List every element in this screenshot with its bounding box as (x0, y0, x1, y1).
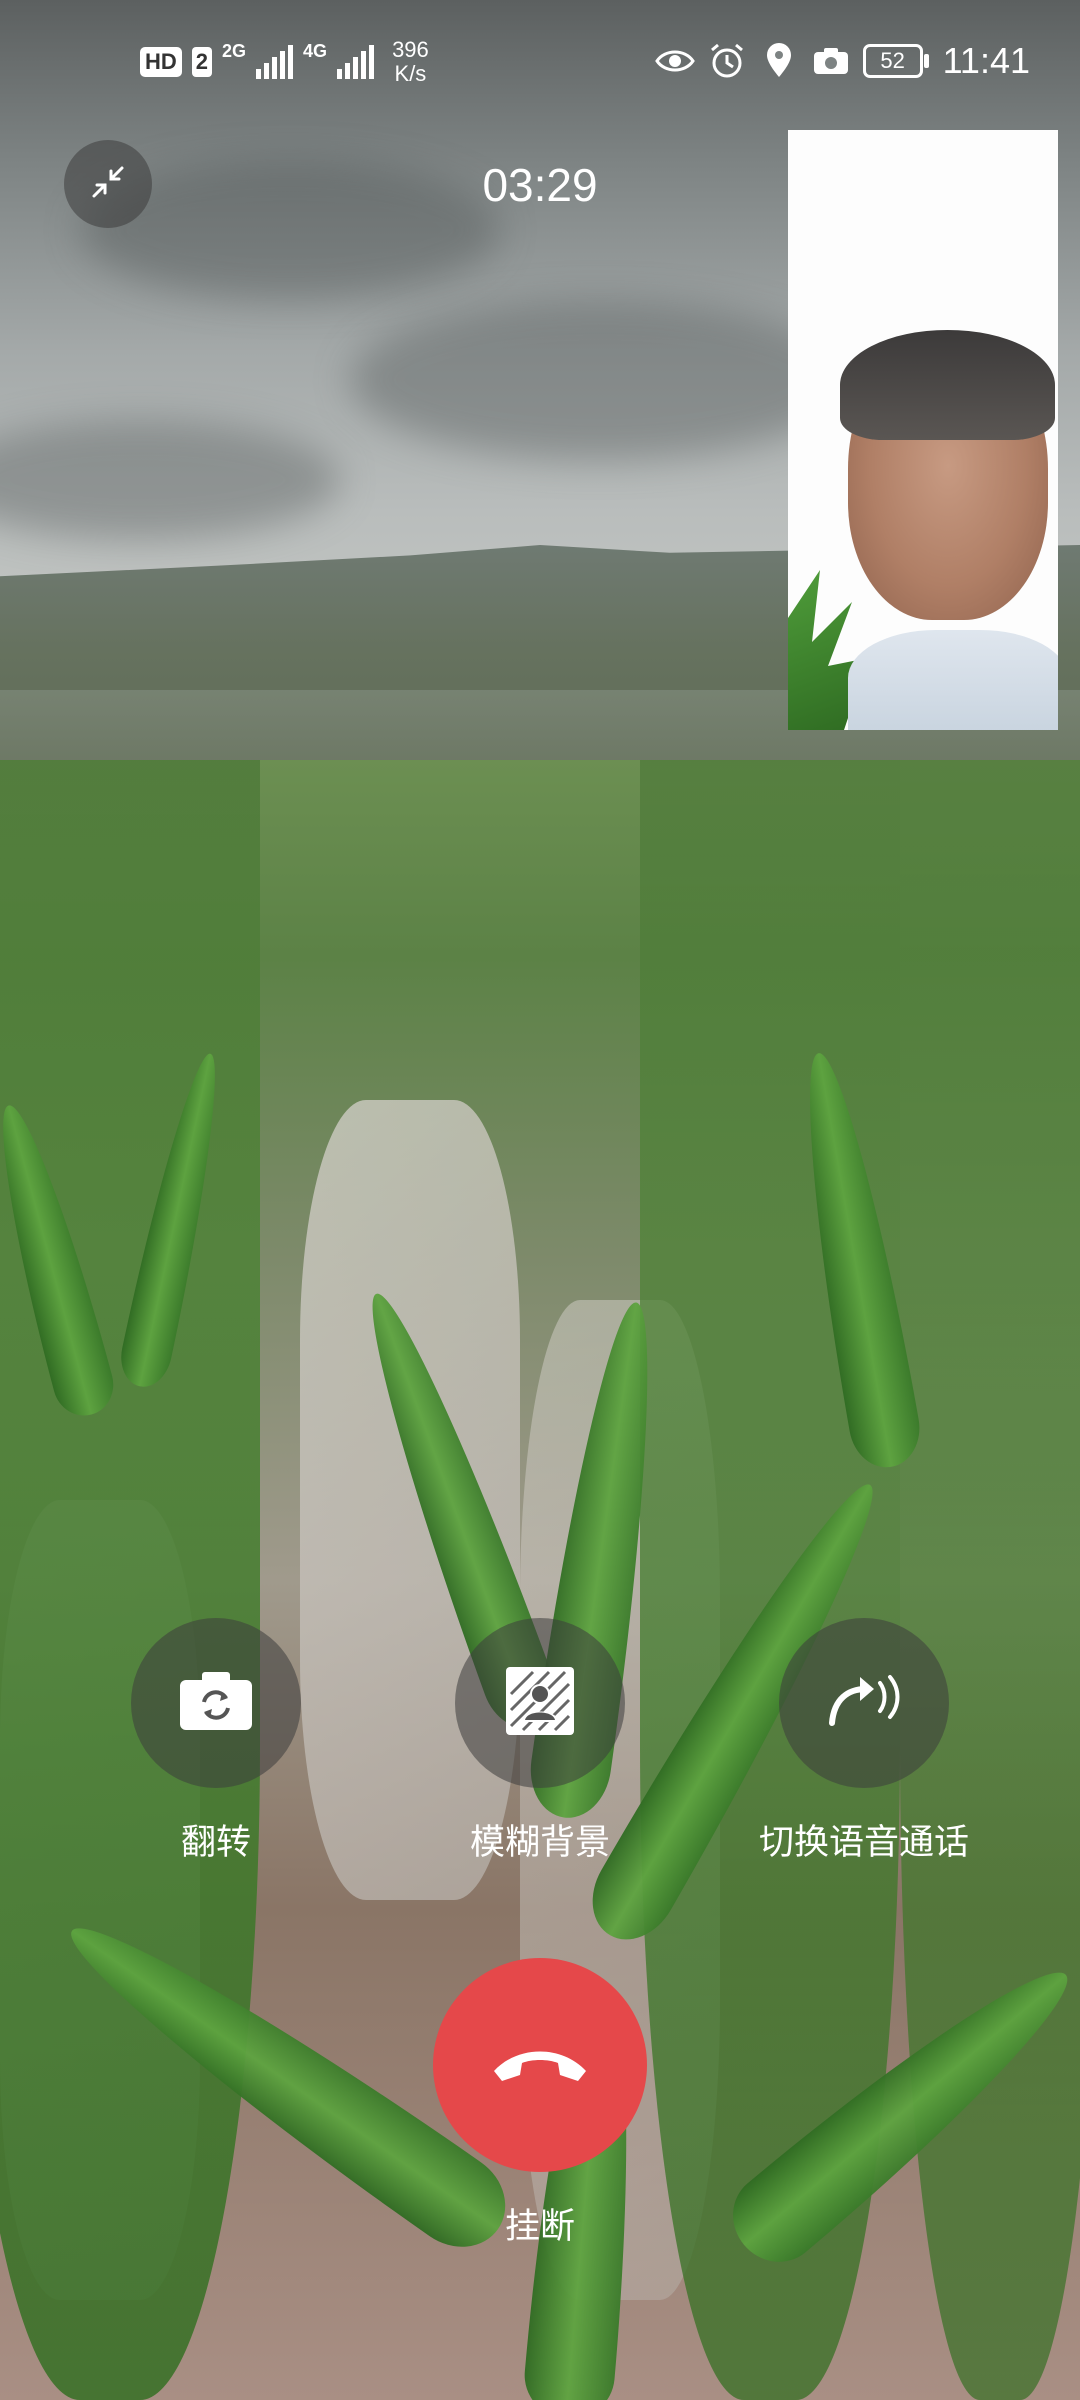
pip-person-shirt (848, 630, 1058, 730)
hd-voice-badge: HD (140, 47, 182, 77)
location-icon (759, 41, 799, 81)
flip-camera-control[interactable]: 翻转 (106, 1618, 326, 1865)
battery-icon: 52 (862, 44, 929, 78)
eye-icon (654, 41, 695, 81)
status-bar-right: 52 11:41 (654, 40, 1030, 82)
crop-row (900, 760, 1080, 2400)
status-bar: HD 2 2G 4G 396 K/s 52 11:41 (0, 0, 1080, 130)
network-speed: 396 K/s (392, 38, 429, 86)
crop-row (0, 760, 260, 2400)
blur-background-label: 模糊背景 (469, 1823, 610, 1863)
blur-background-icon (503, 1664, 577, 1742)
network-type-label: 2G (222, 41, 247, 61)
switch-to-voice-icon (826, 1673, 902, 1733)
switch-to-voice-control[interactable]: 切换语音通话 (754, 1618, 974, 1865)
flip-camera-button[interactable] (131, 1618, 301, 1788)
alarm-icon (707, 41, 747, 81)
signal-strength-icon (337, 45, 375, 79)
cloud (350, 300, 850, 460)
hangup-control[interactable]: 挂断 (420, 1958, 660, 2249)
switch-to-voice-button[interactable] (779, 1618, 949, 1788)
hangup-button[interactable] (433, 1958, 647, 2172)
status-bar-clock: 11:41 (942, 40, 1030, 81)
network-type-label: 4G (303, 41, 328, 61)
sim-badge: 2 (191, 47, 213, 77)
pip-person-hair (840, 330, 1055, 440)
blur-background-control[interactable]: 模糊背景 (430, 1618, 650, 1865)
network-speed-value: 396 (392, 37, 429, 62)
camera-icon (811, 41, 851, 81)
signal-strength-icon (256, 45, 294, 79)
network-speed-unit: K/s (394, 61, 427, 86)
switch-to-voice-label: 切换语音通话 (758, 1823, 969, 1863)
flip-camera-label: 翻转 (180, 1823, 251, 1863)
hangup-icon (488, 2041, 592, 2089)
local-video-preview[interactable] (788, 130, 1058, 730)
hangup-label: 挂断 (504, 2207, 575, 2247)
camera-flip-icon (178, 1670, 254, 1736)
status-bar-left: HD 2 2G 4G 396 K/s (140, 38, 429, 86)
blur-background-button[interactable] (455, 1618, 625, 1788)
